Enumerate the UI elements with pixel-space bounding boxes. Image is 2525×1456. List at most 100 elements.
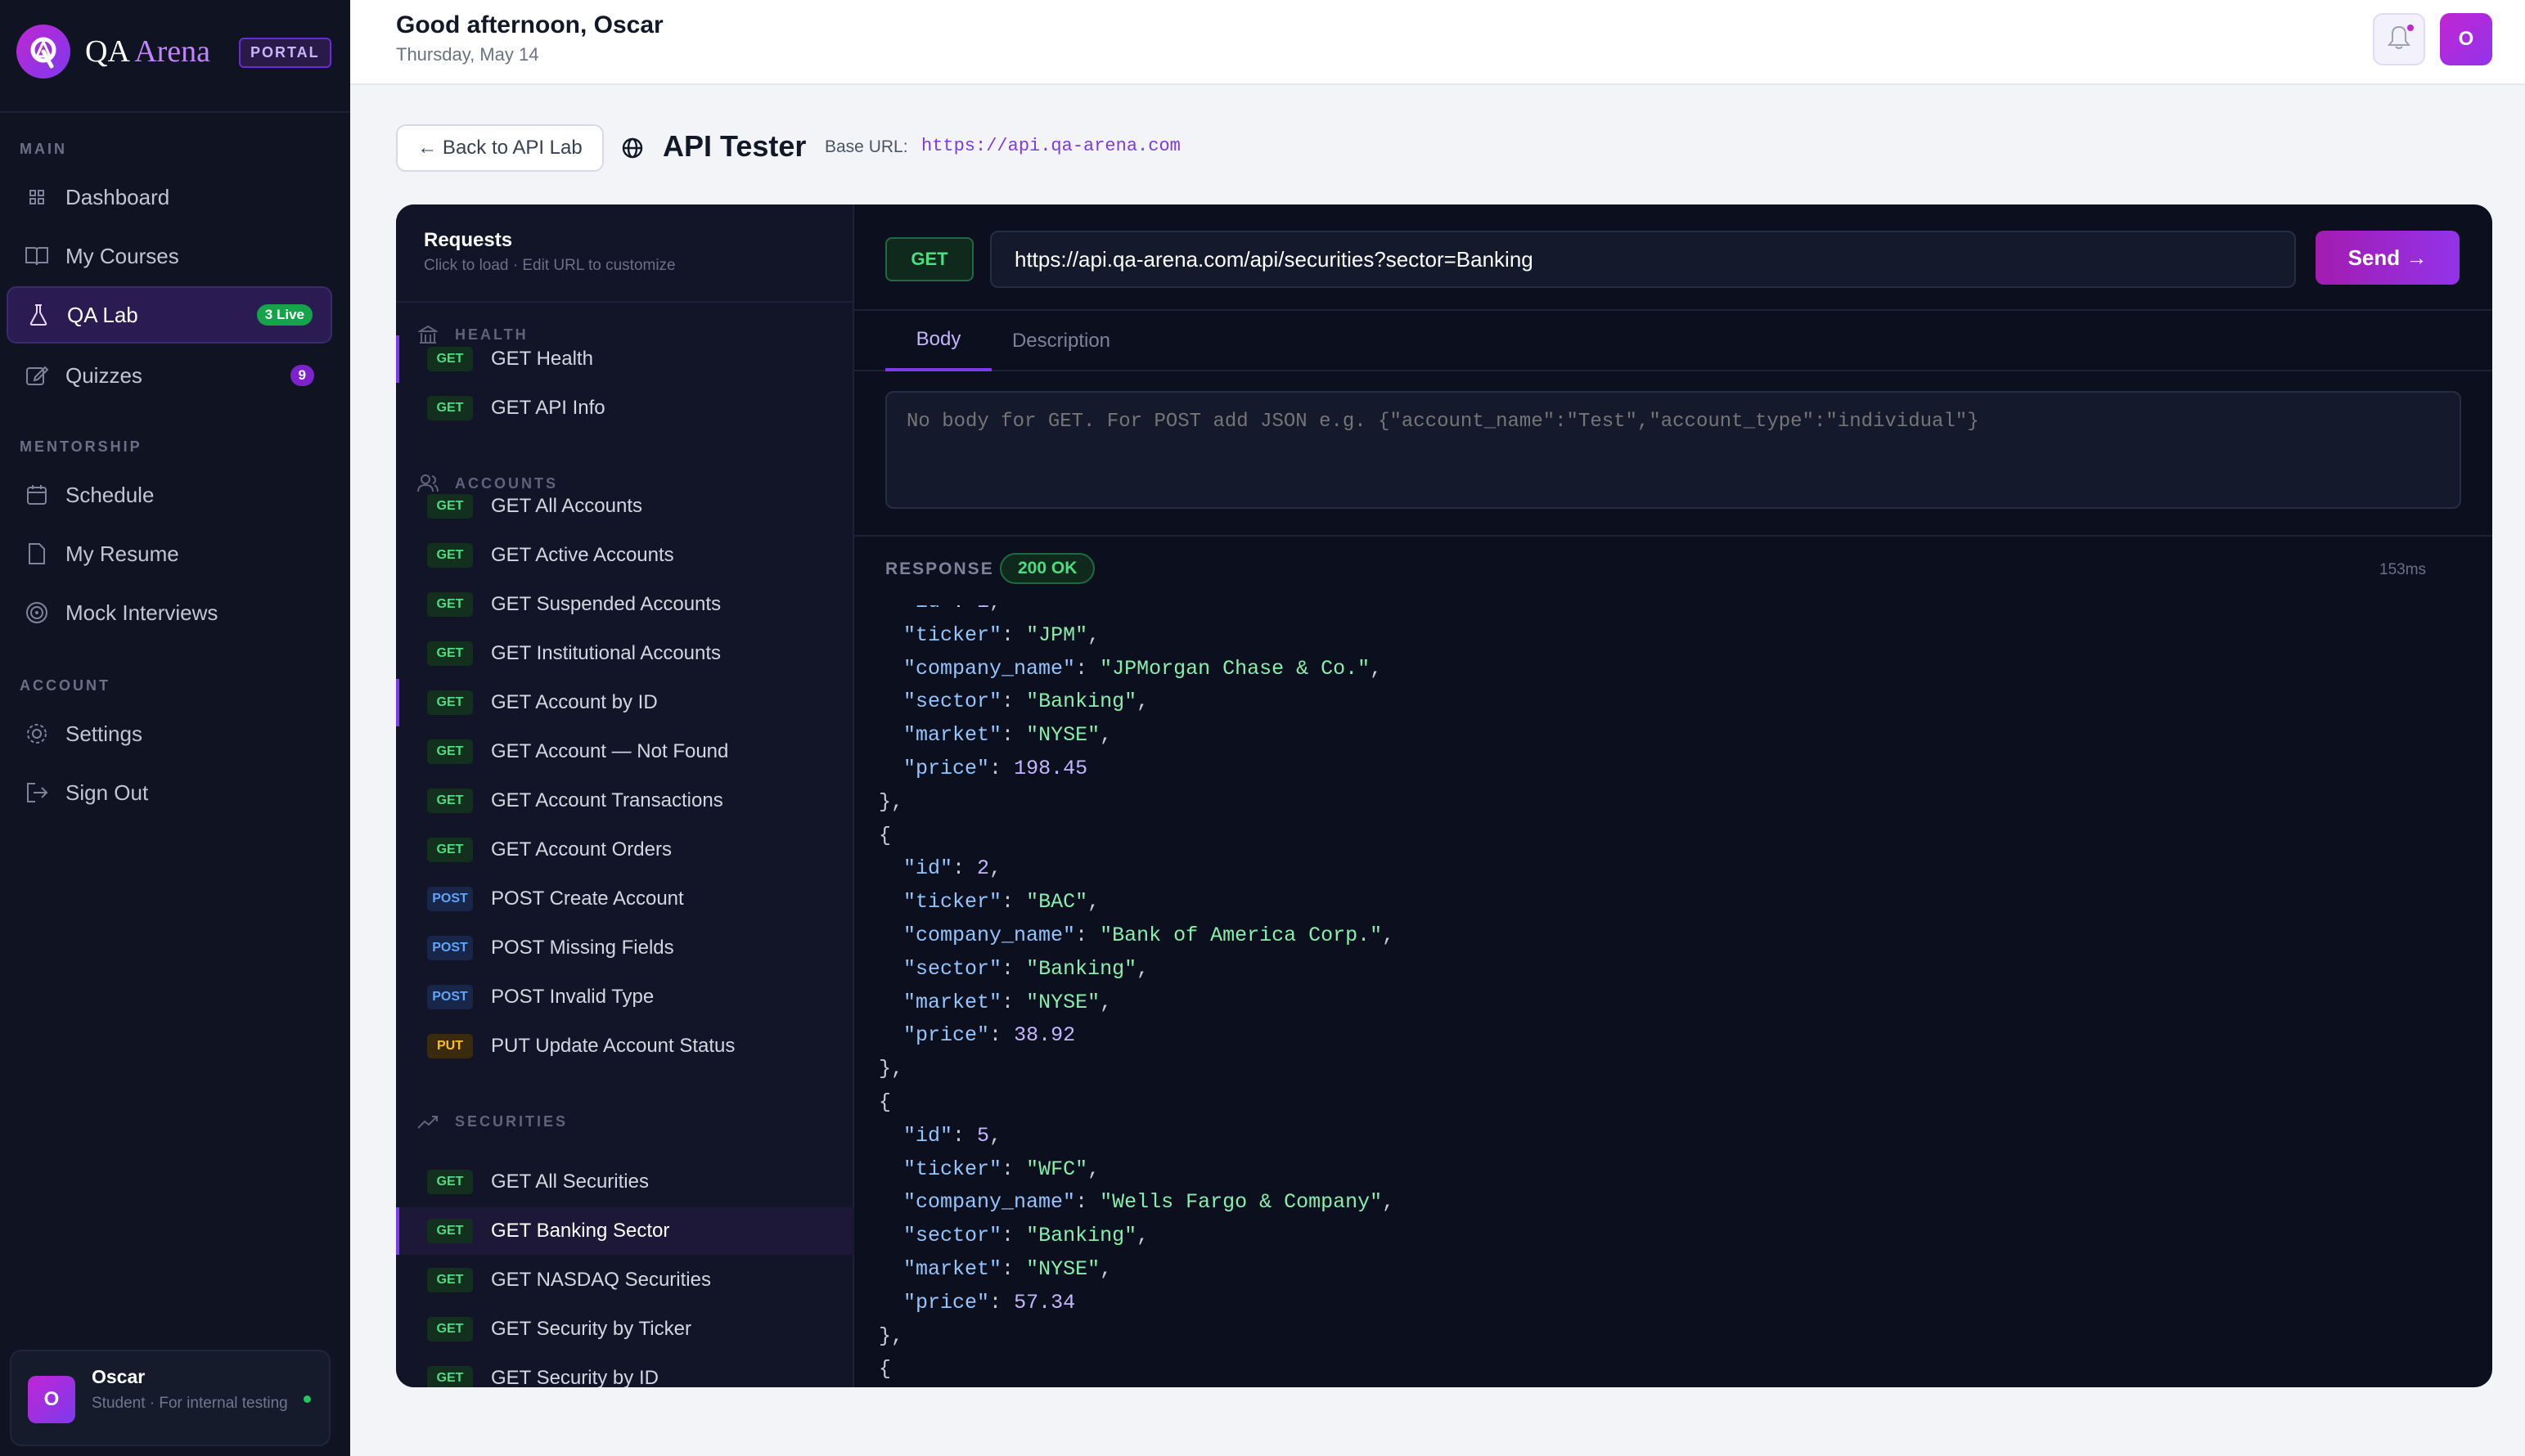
sidebar: QA Arena PORTAL MAIN Dashboard My Course… — [0, 0, 350, 1456]
json-line: "company_name": "Wells Fargo & Company", — [903, 1190, 1395, 1215]
nav-item-mock-interviews[interactable]: Mock Interviews — [7, 584, 332, 641]
json-line: "ticker": "BAC", — [903, 890, 1100, 914]
back-to-api-lab-button[interactable]: ← Back to API Lab — [396, 124, 604, 172]
nav-item-settings[interactable]: Settings — [7, 705, 332, 762]
method-selector[interactable]: GET — [885, 237, 974, 281]
notifications-button[interactable] — [2373, 13, 2425, 65]
api-tester-panel: Requests Click to load · Edit URL to cus… — [396, 204, 2492, 1387]
document-icon — [25, 542, 49, 566]
request-item[interactable]: GET GET Banking Sector — [396, 1207, 854, 1255]
json-line: "price": 57.34 — [903, 1290, 1076, 1314]
greeting: Good afternoon, Oscar — [396, 11, 664, 38]
nav-item-my-courses[interactable]: My Courses — [7, 227, 332, 285]
globe-icon — [620, 136, 645, 160]
method-tag: POST — [427, 887, 473, 911]
request-label: GET Banking Sector — [491, 1220, 670, 1242]
request-item[interactable]: GET GET Active Accounts — [396, 532, 854, 579]
method-tag: PUT — [427, 1034, 473, 1058]
response-time: 153ms — [2379, 561, 2427, 578]
request-url-bar: GET Send → — [854, 204, 2492, 311]
request-item[interactable]: GET GET Health — [396, 335, 854, 383]
url-input[interactable] — [990, 231, 2296, 288]
request-label: GET Security by Ticker — [491, 1318, 691, 1340]
target-icon — [25, 600, 49, 625]
request-item[interactable]: PUT PUT Update Account Status — [396, 1022, 854, 1070]
brand-name: QA Arena — [85, 34, 210, 70]
sign-out-icon — [25, 780, 49, 805]
base-url-value: https://api.qa-arena.com — [921, 136, 1181, 156]
json-line: "company_name": "Bank of America Corp.", — [903, 923, 1395, 947]
section-label-account: ACCOUNT — [20, 677, 110, 694]
send-button[interactable]: Send → — [2316, 231, 2460, 285]
nav-label: My Courses — [65, 243, 179, 268]
response-body[interactable]: "id": 1, "ticker": "JPM", "company_name"… — [854, 605, 2492, 1387]
method-tag: GET — [427, 347, 473, 371]
request-item[interactable]: GET GET Security by Ticker — [396, 1305, 854, 1353]
json-line: "ticker": "JPM", — [903, 622, 1100, 647]
brand-logo[interactable]: QA Arena — [16, 23, 210, 80]
request-label: GET Active Accounts — [491, 544, 674, 566]
json-line: "id": 2, — [903, 856, 1002, 881]
nav-item-dashboard[interactable]: Dashboard — [7, 169, 332, 226]
json-line: "company_name": "JPMorgan Chase & Co.", — [903, 656, 1383, 681]
request-label: GET Account Transactions — [491, 789, 723, 811]
nav-label: My Resume — [65, 541, 179, 566]
json-line: "market": "NYSE", — [903, 1256, 1113, 1281]
request-item[interactable]: GET GET Institutional Accounts — [396, 630, 854, 677]
tab-body[interactable]: Body — [885, 311, 992, 371]
nav-label: Settings — [65, 721, 142, 746]
method-tag: GET — [427, 789, 473, 813]
nav-item-quizzes[interactable]: Quizzes 9 — [7, 347, 332, 404]
request-item[interactable]: GET GET All Accounts — [396, 483, 854, 530]
gear-icon — [25, 721, 49, 746]
request-label: GET Institutional Accounts — [491, 642, 722, 664]
method-tag: GET — [427, 641, 473, 666]
nav-item-qa-lab[interactable]: QA Lab 3 Live — [7, 286, 332, 344]
method-tag: GET — [427, 1170, 473, 1194]
request-item[interactable]: GET GET Account by ID — [396, 679, 854, 726]
user-name: Oscar — [92, 1366, 146, 1387]
request-item[interactable]: POST POST Invalid Type — [396, 973, 854, 1021]
request-item[interactable]: GET GET Account — Not Found — [396, 728, 854, 775]
json-line: "sector": "Banking", — [903, 690, 1150, 714]
request-item[interactable]: GET GET Security by ID — [396, 1355, 854, 1387]
method-tag: GET — [427, 543, 473, 568]
request-item[interactable]: GET GET All Securities — [396, 1158, 854, 1206]
request-label: GET All Securities — [491, 1171, 649, 1193]
request-label: GET NASDAQ Securities — [491, 1269, 711, 1291]
request-label: GET Health — [491, 348, 593, 370]
request-item[interactable]: GET GET API Info — [396, 384, 854, 432]
book-icon — [25, 244, 49, 268]
nav-label: Mock Interviews — [65, 600, 218, 625]
json-line: }, — [854, 1057, 904, 1081]
nav-item-schedule[interactable]: Schedule — [7, 466, 332, 524]
method-tag: GET — [427, 838, 473, 862]
request-item[interactable]: GET GET NASDAQ Securities — [396, 1256, 854, 1304]
request-item[interactable]: GET GET Account Orders — [396, 826, 854, 874]
request-item[interactable]: POST POST Create Account — [396, 875, 854, 923]
request-item[interactable]: GET GET Suspended Accounts — [396, 581, 854, 628]
nav-label: Sign Out — [65, 780, 149, 805]
request-body-input[interactable] — [885, 391, 2461, 509]
method-tag: GET — [427, 592, 473, 617]
requests-subtitle: Click to load · Edit URL to customize — [424, 257, 676, 274]
nav-item-my-resume[interactable]: My Resume — [7, 525, 332, 582]
section-label-mentorship: MENTORSHIP — [20, 438, 142, 455]
request-item[interactable]: GET GET Account Transactions — [396, 777, 854, 825]
tab-description[interactable]: Description — [992, 311, 1131, 371]
method-tag: POST — [427, 936, 473, 960]
avatar: O — [28, 1376, 75, 1423]
json-line: }, — [854, 1323, 904, 1348]
brand-name-part-2: Arena — [134, 34, 211, 69]
live-count-badge: 3 Live — [256, 304, 313, 326]
request-item[interactable]: POST POST Missing Fields — [396, 924, 854, 972]
divider — [396, 301, 854, 303]
json-line: "sector": "Banking", — [903, 956, 1150, 981]
user-profile-card[interactable]: O Oscar Student · For internal testing — [10, 1350, 331, 1446]
nav-item-sign-out[interactable]: Sign Out — [7, 764, 332, 821]
request-label: GET Suspended Accounts — [491, 593, 722, 615]
avatar[interactable]: O — [2440, 13, 2492, 65]
trending-up-icon — [417, 1111, 439, 1132]
nav-label: QA Lab — [67, 302, 138, 327]
method-tag: GET — [427, 1366, 473, 1387]
